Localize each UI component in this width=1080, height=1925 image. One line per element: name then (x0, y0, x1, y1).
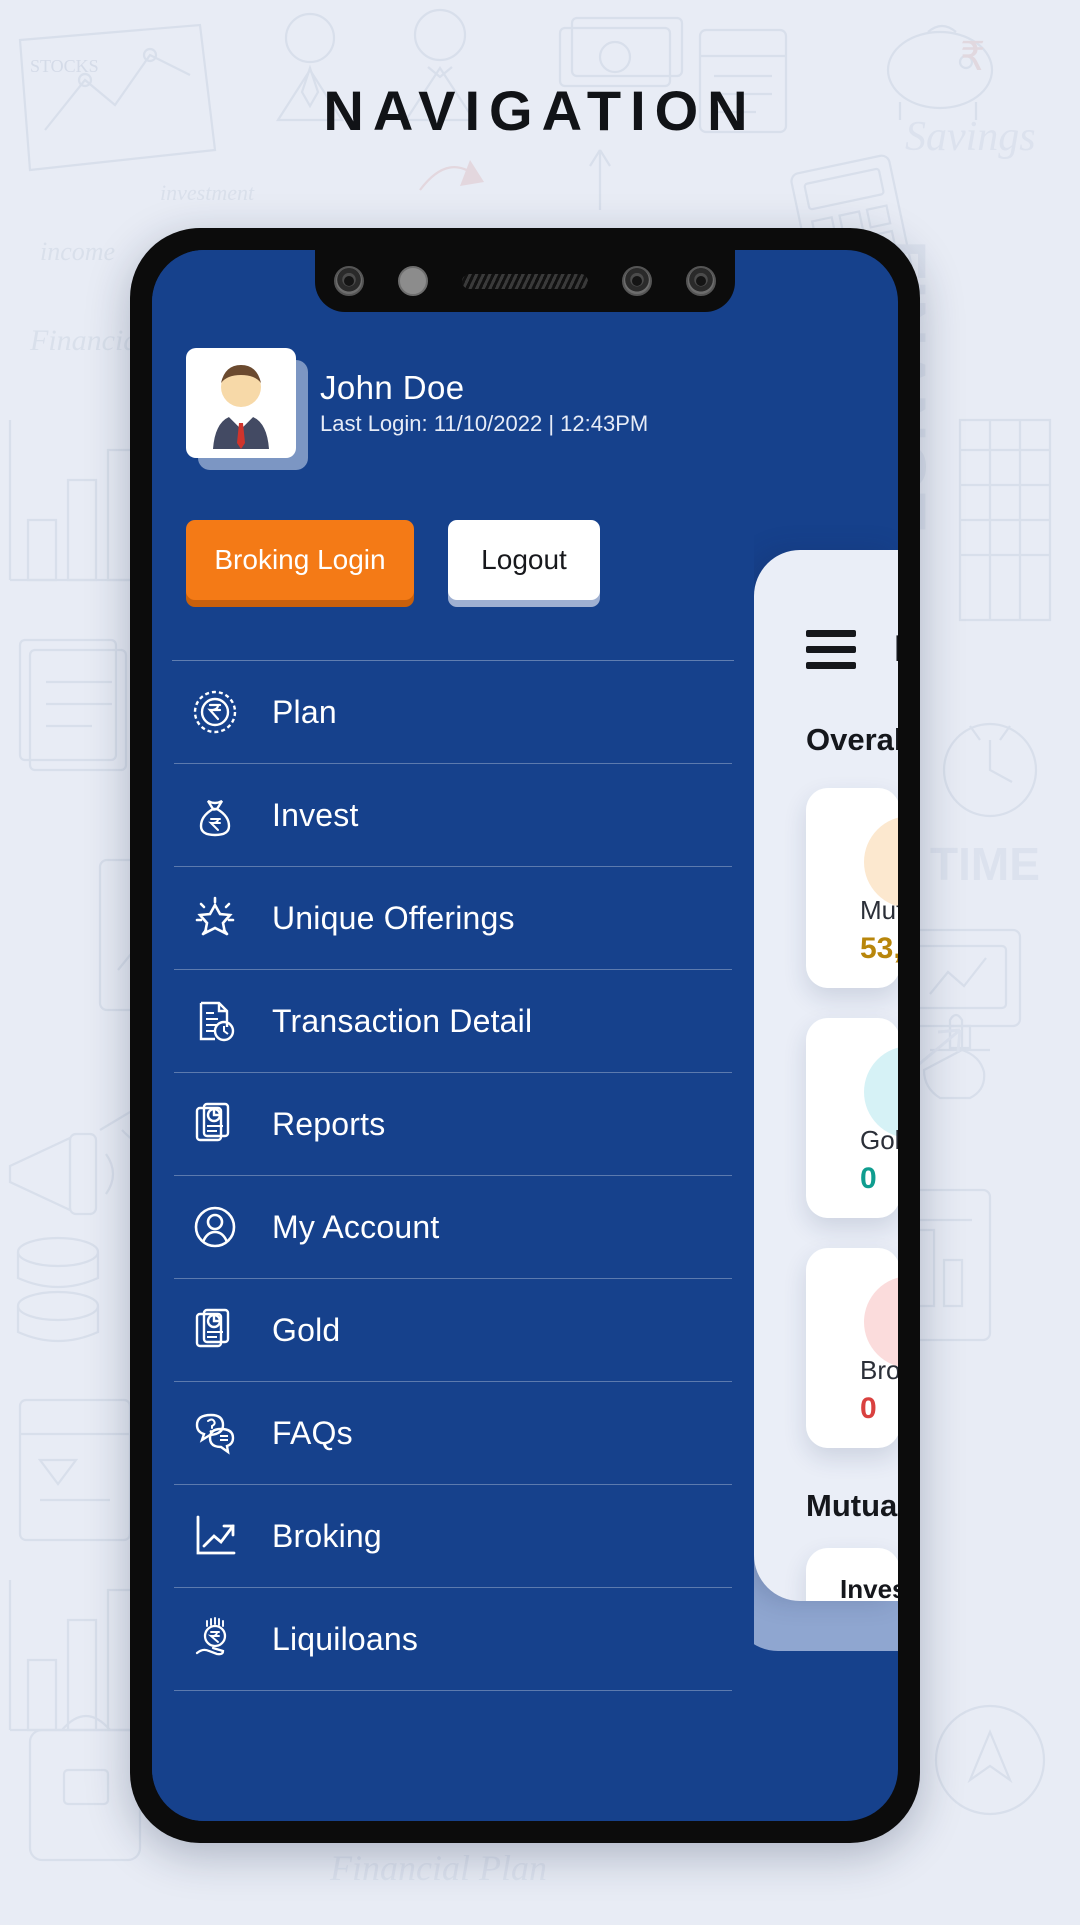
broking-login-button[interactable]: Broking Login (186, 520, 414, 600)
hamburger-icon[interactable] (806, 629, 856, 669)
phone-screen: Dashboard Overall Summary Mutual Fund 53… (152, 250, 898, 1821)
summary-card-label: Broking (860, 1355, 898, 1385)
avatar-wrapper (186, 348, 308, 470)
sidebar-item-label: Broking (272, 1517, 382, 1554)
infrared-sensor-icon (686, 266, 716, 296)
sidebar-item-liquiloans[interactable]: Liquiloans (174, 1588, 732, 1691)
sidebar-item-label: FAQs (272, 1414, 353, 1451)
sidebar-item-label: Reports (272, 1105, 386, 1142)
profile-text: John Doe Last Login: 11/10/2022 | 12:43P… (320, 369, 648, 437)
summary-card-gold[interactable]: Gold 0 (806, 1018, 898, 1218)
list-item-title: Investment (840, 1574, 898, 1601)
svg-text:Financial: Financial (29, 324, 147, 357)
avatar[interactable] (186, 348, 296, 458)
page-title: NAVIGATION (323, 79, 757, 142)
overall-summary-label: Overall Summary (806, 722, 898, 757)
sidebar-item-label: Transaction Detail (272, 1002, 533, 1039)
svg-text:Financial Plan: Financial Plan (329, 1848, 547, 1888)
money-bag-rupee-icon (190, 790, 240, 840)
logout-button[interactable]: Logout (448, 520, 600, 600)
sidebar-item-gold[interactable]: Gold (174, 1279, 732, 1382)
document-clock-icon (190, 996, 240, 1046)
question-chat-bubbles-icon (190, 1408, 240, 1458)
summary-card-broking[interactable]: Broking 0 (806, 1248, 898, 1448)
sidebar-item-plan[interactable]: Plan (174, 661, 732, 764)
auth-button-row: Broking Login Logout (152, 458, 754, 600)
svg-text:STOCKS: STOCKS (30, 56, 99, 76)
hand-coin-icon (190, 1614, 240, 1664)
sidebar-item-transaction-detail[interactable]: Transaction Detail (174, 970, 732, 1073)
documents-pie-chart-icon (190, 1305, 240, 1355)
summary-card-mutual-fund[interactable]: Mutual Fund 53,94,298 (806, 788, 898, 988)
sidebar-item-unique-offerings[interactable]: Unique Offerings (174, 867, 732, 970)
sidebar-item-label: My Account (272, 1208, 440, 1245)
front-camera-icon (334, 266, 364, 296)
depth-camera-icon (622, 266, 652, 296)
summary-card-value: 53,94,298 (860, 932, 898, 965)
svg-text:income: income (40, 237, 115, 266)
last-login-text: Last Login: 11/10/2022 | 12:43PM (320, 411, 649, 436)
svg-text:₹: ₹ (960, 34, 985, 79)
growth-chart-arrow-icon (190, 1511, 240, 1561)
phone-mockup: Dashboard Overall Summary Mutual Fund 53… (130, 228, 920, 1843)
user-name: John Doe (320, 369, 465, 406)
earpiece-speaker-icon (462, 273, 588, 289)
mutual-fund-section-label: Mutual Fund (806, 1488, 898, 1523)
summary-card-label: Mutual Fund (860, 895, 898, 925)
summary-card-value: 0 (860, 1392, 877, 1425)
sidebar-item-label: Plan (272, 693, 337, 730)
summary-card-label: Gold (860, 1125, 898, 1155)
navigation-drawer: John Doe Last Login: 11/10/2022 | 12:43P… (152, 250, 754, 1821)
rupee-coin-icon (190, 687, 240, 737)
sidebar-item-invest[interactable]: Invest (174, 764, 732, 867)
sidebar-item-my-account[interactable]: My Account (174, 1176, 732, 1279)
user-circle-icon (190, 1202, 240, 1252)
dashboard-title: Dashboard (894, 628, 898, 670)
sidebar-item-label: Invest (272, 796, 359, 833)
summary-card-value: 0 (860, 1162, 877, 1195)
sidebar-item-reports[interactable]: Reports (174, 1073, 732, 1176)
svg-text:TIME: TIME (930, 838, 1040, 890)
profile-header: John Doe Last Login: 11/10/2022 | 12:43P… (152, 348, 754, 470)
sidebar-item-label: Liquiloans (272, 1620, 419, 1657)
sidebar-item-label: Gold (272, 1311, 341, 1348)
sidebar-item-label: Unique Offerings (272, 899, 515, 936)
documents-pie-chart-icon (190, 1099, 240, 1149)
dashboard-appbar: Dashboard (754, 550, 898, 670)
phone-notch (315, 250, 735, 312)
mutual-fund-detail-list: Investment Ret Abs Current Value Ret Ann… (806, 1548, 898, 1601)
user-avatar-businessman-icon (213, 365, 269, 449)
dashboard-peek-panel[interactable]: Dashboard Overall Summary Mutual Fund 53… (754, 550, 898, 1601)
list-item[interactable]: Investment Ret Abs (840, 1574, 898, 1601)
sidebar-item-broking[interactable]: Broking (174, 1485, 732, 1588)
sidebar-item-faqs[interactable]: FAQs (174, 1382, 732, 1485)
drawer-menu: Plan Invest Unique Offerings Transaction… (152, 661, 754, 1691)
svg-text:investment: investment (160, 180, 255, 205)
proximity-sensor-icon (398, 266, 428, 296)
star-sparkle-icon (190, 893, 240, 943)
